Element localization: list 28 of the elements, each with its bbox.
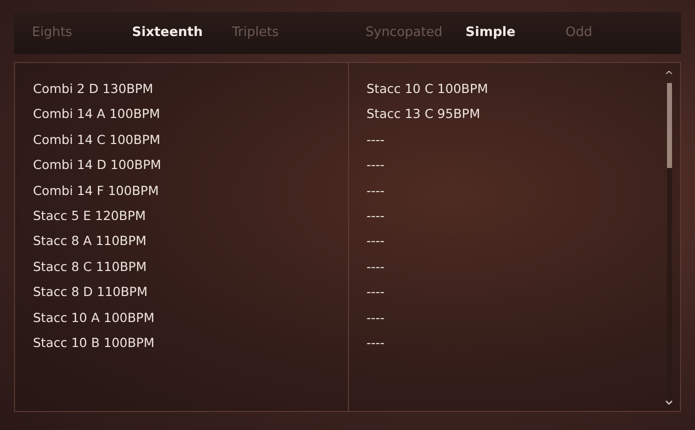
list-item[interactable]: Stacc 10 A 100BPM [33, 308, 348, 333]
list-item[interactable]: Stacc 10 B 100BPM [33, 332, 348, 358]
scroll-up-arrow[interactable]: ^ [664, 71, 674, 81]
scrollbar-track[interactable] [666, 83, 672, 398]
list-item[interactable]: Stacc 8 C 110BPM [33, 256, 348, 282]
scrollbar-thumb[interactable] [666, 83, 672, 168]
list-item[interactable]: Combi 14 C 100BPM [33, 130, 348, 156]
list-item[interactable]: ---- [366, 308, 680, 333]
list-item[interactable]: Stacc 8 D 110BPM [33, 282, 348, 308]
list-item[interactable]: Stacc 8 A 110BPM [33, 231, 348, 257]
scroll-down-icon[interactable] [665, 400, 673, 405]
list-item[interactable]: Stacc 10 C 100BPM [366, 79, 680, 104]
list-item[interactable]: Combi 14 F 100BPM [33, 180, 348, 206]
list-item[interactable]: Stacc 13 C 95BPM [366, 104, 680, 130]
list-item[interactable]: Combi 14 D 100BPM [33, 155, 348, 181]
tab[interactable]: Sixteenth [132, 23, 232, 43]
list-item[interactable]: Stacc 5 E 120BPM [33, 206, 348, 232]
list-item[interactable]: Combi 2 D 130BPM [33, 79, 348, 104]
list-item[interactable]: ---- [366, 206, 680, 232]
tab[interactable]: Simple [466, 23, 566, 43]
list-item[interactable]: ---- [366, 155, 680, 181]
list-item[interactable]: ---- [366, 282, 680, 308]
list-item[interactable]: ---- [366, 231, 680, 257]
list-item[interactable]: ---- [366, 180, 680, 206]
list-item[interactable]: ---- [366, 332, 680, 358]
list-item[interactable]: Combi 14 A 100BPM [33, 104, 348, 130]
list-item[interactable]: ---- [366, 256, 680, 282]
list-item[interactable]: ---- [366, 130, 680, 156]
